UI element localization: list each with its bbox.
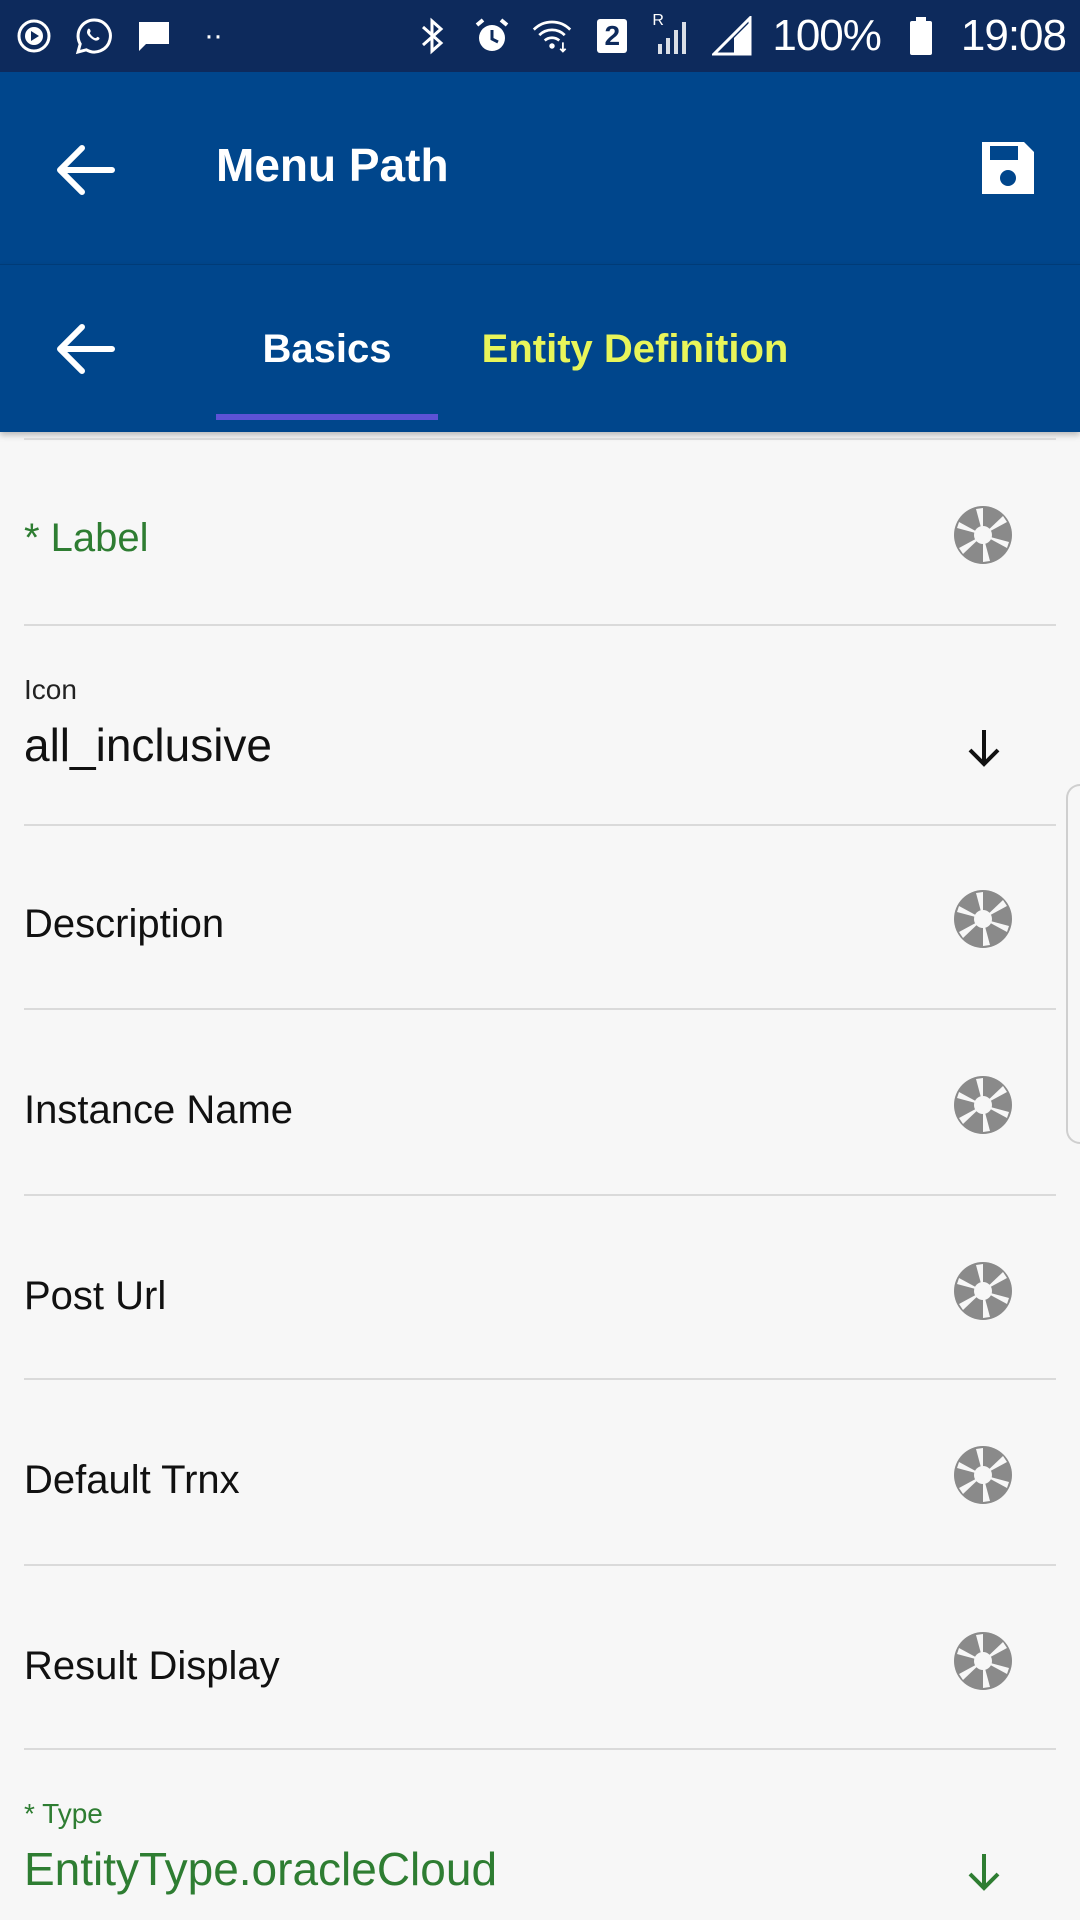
result-display-field[interactable]: Result Display <box>24 1566 1056 1750</box>
post-url-field[interactable]: Post Url <box>24 1196 1056 1380</box>
icon-field-value: all_inclusive <box>24 719 273 771</box>
signal-roaming-icon: R <box>652 12 692 56</box>
clock: 19:08 <box>960 11 1067 60</box>
page-title: Menu Path <box>216 139 449 191</box>
bluetooth-icon <box>412 16 452 56</box>
label-field[interactable]: * Label <box>24 440 1056 626</box>
message-icon <box>134 16 174 56</box>
aperture-icon[interactable] <box>952 888 1014 950</box>
tab-entity-definition[interactable]: Entity Definition <box>470 265 800 433</box>
form: * Label Icon all_inclusive Description I… <box>0 432 1080 1920</box>
aperture-icon[interactable] <box>952 1074 1014 1136</box>
icon-field[interactable]: Icon all_inclusive <box>24 626 1056 826</box>
arrow-back-icon <box>57 145 115 195</box>
aperture-icon[interactable] <box>952 504 1014 566</box>
aperture-icon[interactable] <box>952 1444 1014 1506</box>
whatsapp-icon <box>74 16 114 56</box>
active-tab-indicator <box>216 414 438 420</box>
tab-bar: Basics Entity Definition <box>0 264 1080 432</box>
arrow-down-icon[interactable] <box>964 1850 1004 1894</box>
instance-name-field-label: Instance Name <box>24 1088 294 1132</box>
type-field-value: EntityType.oracleCloud <box>24 1843 498 1895</box>
post-url-field-label: Post Url <box>24 1274 167 1318</box>
status-bar: ·· 2 R 100% 19:08 <box>0 0 1080 72</box>
default-trnx-field-label: Default Trnx <box>24 1458 240 1502</box>
edge-panel-handle[interactable] <box>1066 784 1080 1144</box>
more-notifications: ·· <box>204 19 223 52</box>
wifi-icon <box>532 16 572 56</box>
tab-back-button[interactable] <box>50 319 118 379</box>
description-field-label: Description <box>24 902 225 946</box>
roaming-indicator: R <box>652 12 664 29</box>
instance-name-field[interactable]: Instance Name <box>24 1010 1056 1196</box>
type-field[interactable]: * Type EntityType.oracleCloud <box>24 1750 1056 1920</box>
arrow-down-icon[interactable] <box>964 726 1004 770</box>
aperture-icon[interactable] <box>952 1630 1014 1692</box>
save-icon <box>982 142 1034 194</box>
alarm-icon <box>472 16 512 56</box>
icon-field-caption: Icon <box>24 674 77 705</box>
aperture-icon[interactable] <box>952 1260 1014 1322</box>
default-trnx-field[interactable]: Default Trnx <box>24 1380 1056 1566</box>
sim-number: 2 <box>604 20 621 51</box>
battery-icon <box>901 16 941 56</box>
tab-basics[interactable]: Basics <box>216 265 438 433</box>
sim-badge: 2 <box>592 16 632 56</box>
media-play-icon <box>14 16 54 56</box>
type-field-caption: * Type <box>24 1798 103 1829</box>
app-bar: Menu Path <box>0 72 1080 264</box>
result-display-field-label: Result Display <box>24 1644 280 1688</box>
label-field-label: * Label <box>24 516 149 560</box>
signal-icon <box>712 16 752 56</box>
back-button[interactable] <box>50 140 118 200</box>
description-field[interactable]: Description <box>24 826 1056 1010</box>
arrow-back-icon <box>57 324 115 374</box>
battery-percent: 100% <box>772 11 882 60</box>
save-button[interactable] <box>978 138 1038 198</box>
